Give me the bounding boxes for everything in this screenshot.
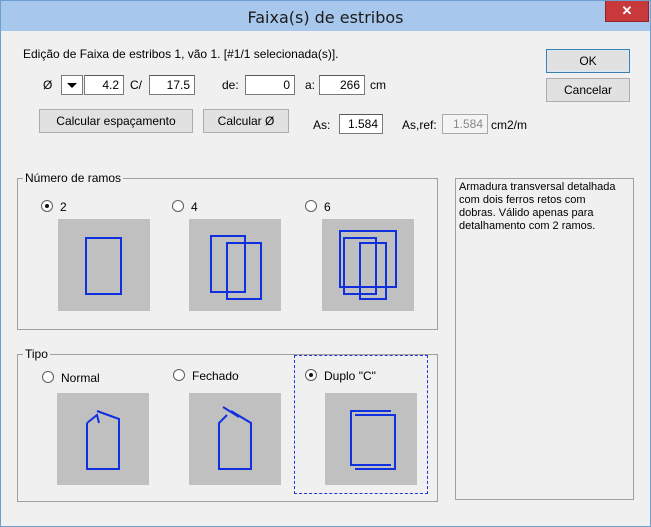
ramos-group-title: Número de ramos — [23, 171, 124, 185]
area-unit: cm2/m — [491, 118, 527, 132]
stirrup-2-ramos-icon — [85, 237, 122, 295]
preview-4-ramos[interactable] — [189, 219, 281, 311]
close-icon: ✕ — [621, 3, 633, 18]
stirrup-fechado-icon — [218, 406, 252, 470]
close-button[interactable]: ✕ — [605, 1, 649, 22]
diameter-field[interactable]: 4.2 — [84, 75, 124, 95]
radio-ramos-2-label[interactable]: 2 — [60, 200, 67, 214]
spacing-field[interactable]: 17.5 — [149, 75, 195, 95]
length-unit: cm — [370, 78, 386, 92]
preview-tipo-normal[interactable] — [57, 393, 149, 485]
preview-6-ramos[interactable] — [322, 219, 414, 311]
radio-tipo-normal[interactable] — [42, 371, 54, 383]
window-title: Faixa(s) de estribos — [247, 8, 404, 27]
from-field[interactable]: 0 — [245, 75, 295, 95]
spacing-label: C/ — [130, 78, 142, 92]
preview-tipo-fechado[interactable] — [189, 393, 281, 485]
asref-label: As,ref: — [402, 118, 437, 132]
diameter-symbol: Ø — [43, 78, 53, 92]
calc-spacing-button[interactable]: Calcular espaçamento — [39, 109, 193, 133]
to-label: a: — [305, 78, 316, 92]
dialog-window: Faixa(s) de estribos ✕ Edição de Faixa d… — [0, 0, 651, 527]
ok-button[interactable]: OK — [546, 49, 630, 73]
stirrup-6-ramos-icon — [339, 230, 397, 300]
status-text: Edição de Faixa de estribos 1, vão 1. [#… — [23, 47, 339, 61]
cancel-button[interactable]: Cancelar — [546, 78, 630, 102]
radio-tipo-normal-label[interactable]: Normal — [61, 371, 100, 385]
asref-field: 1.584 — [442, 114, 488, 134]
stirrup-duplo-c-icon — [350, 410, 396, 470]
tipo-group-title: Tipo — [23, 347, 50, 361]
preview-tipo-duplo-c[interactable] — [325, 393, 417, 485]
dialog-body: Edição de Faixa de estribos 1, vão 1. [#… — [9, 32, 642, 520]
info-description: Armadura transversal detalhada com dois … — [455, 178, 634, 500]
radio-tipo-fechado-label[interactable]: Fechado — [192, 369, 239, 383]
preview-2-ramos[interactable] — [58, 219, 150, 311]
radio-dot — [45, 204, 49, 208]
radio-ramos-2[interactable] — [41, 200, 53, 212]
as-label: As: — [313, 118, 331, 132]
radio-tipo-fechado[interactable] — [173, 369, 185, 381]
title-bar: Faixa(s) de estribos ✕ — [1, 1, 650, 31]
from-label: de: — [222, 78, 239, 92]
calc-diameter-button[interactable]: Calcular Ø — [203, 109, 289, 133]
radio-ramos-4[interactable] — [172, 200, 184, 212]
as-field: 1.584 — [339, 114, 383, 134]
to-field[interactable]: 266 — [319, 75, 365, 95]
radio-ramos-6[interactable] — [305, 200, 317, 212]
stirrup-normal-icon — [86, 410, 120, 470]
radio-ramos-6-label[interactable]: 6 — [324, 200, 331, 214]
radio-ramos-4-label[interactable]: 4 — [191, 200, 198, 214]
stirrup-4-ramos-icon — [210, 235, 262, 300]
diameter-dropdown[interactable] — [61, 75, 83, 95]
chevron-down-icon — [67, 83, 77, 88]
